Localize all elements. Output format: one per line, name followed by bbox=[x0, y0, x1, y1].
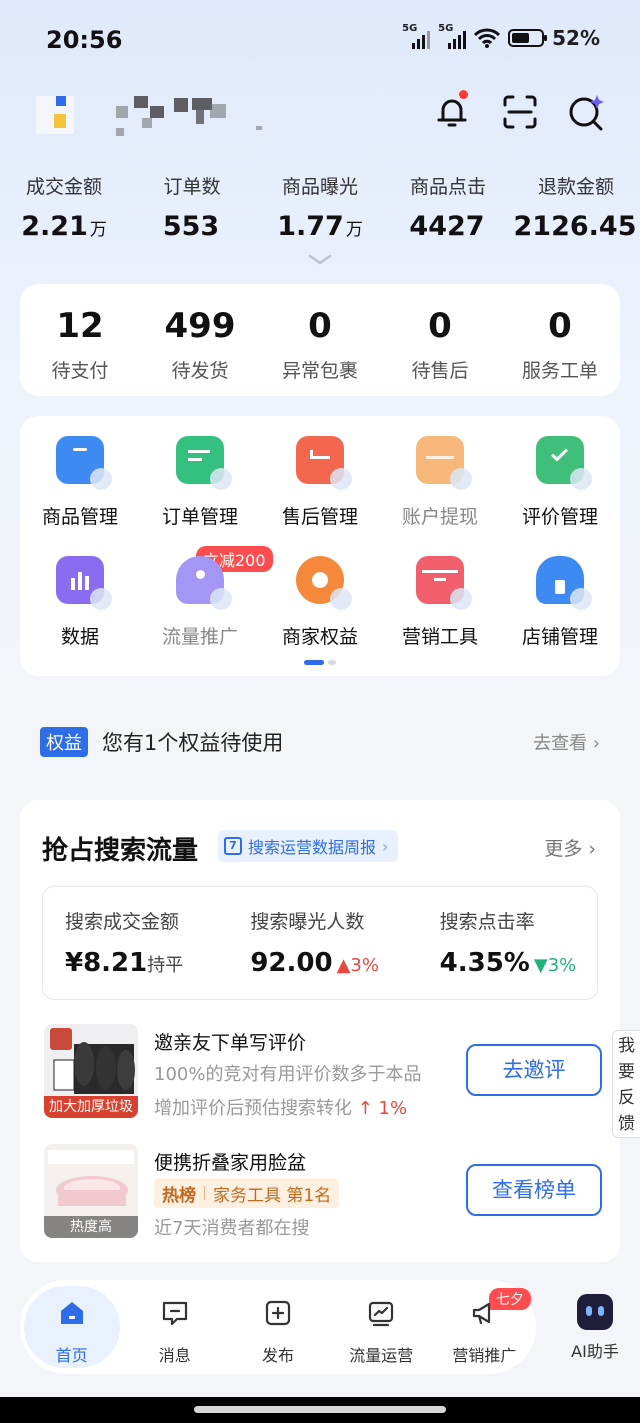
nav-publish[interactable]: 发布 bbox=[226, 1280, 329, 1374]
trend-up-icon: ▲3% bbox=[336, 955, 379, 976]
tools-grid: 商品管理 订单管理 售后管理 账户提现 评价管理 数据 立减200 流量推广 商… bbox=[20, 436, 620, 652]
rocket-icon bbox=[176, 556, 232, 610]
stat-orders[interactable]: 订单数 553 bbox=[128, 172, 256, 242]
nav-marketing[interactable]: 七夕 营销推广 bbox=[433, 1280, 536, 1374]
scan-icon[interactable] bbox=[500, 92, 540, 132]
message-icon bbox=[162, 1301, 187, 1326]
tool-product-management[interactable]: 商品管理 bbox=[20, 436, 140, 532]
ai-robot-icon bbox=[577, 1294, 613, 1330]
status-icons: 5G 5G 52% bbox=[402, 23, 600, 50]
signal-icon: 5G bbox=[438, 23, 467, 49]
top-stats: 成交金额 2.21 万 订单数 553 商品曝光 1.77 万 商品点击 4427 … bbox=[0, 172, 640, 242]
header bbox=[0, 84, 640, 144]
status-time: 20:56 bbox=[46, 26, 123, 54]
tools-card: 商品管理 订单管理 售后管理 账户提现 评价管理 数据 立减200 流量推广 商… bbox=[20, 416, 620, 676]
plus-square-icon bbox=[265, 1300, 291, 1326]
metric-search-ctr[interactable]: 搜索点击率 4.35% ▼3% bbox=[418, 887, 597, 999]
benefit-text: 您有1个权益待使用 bbox=[102, 731, 284, 755]
chevron-down-icon[interactable] bbox=[308, 254, 332, 266]
shop-name-redacted bbox=[112, 92, 272, 140]
medal-icon bbox=[296, 556, 352, 610]
ai-search-icon[interactable] bbox=[566, 92, 606, 132]
megaphone-icon bbox=[473, 1302, 491, 1325]
stat-gmv[interactable]: 成交金额 2.21 万 bbox=[0, 172, 128, 242]
store-icon bbox=[536, 556, 592, 610]
stat-exposure[interactable]: 商品曝光 1.77 万 bbox=[256, 172, 384, 242]
notification-dot bbox=[459, 90, 468, 99]
page-indicator bbox=[304, 660, 336, 665]
nav-messages[interactable]: 消息 bbox=[123, 1280, 226, 1374]
calendar-icon: 7 bbox=[224, 837, 242, 855]
trend-chart-icon bbox=[369, 1301, 394, 1327]
tool-traffic-promotion[interactable]: 立减200 流量推广 bbox=[140, 546, 273, 652]
stat-refund[interactable]: 退款金额 2126.45 bbox=[512, 172, 640, 242]
search-traffic-card: 抢占搜索流量 7 搜索运营数据周报 › 更多 › 搜索成交金额 ¥8.21持平 … bbox=[20, 800, 620, 1262]
view-ranking-button[interactable]: 查看榜单 bbox=[466, 1164, 602, 1216]
search-metrics: 搜索成交金额 ¥8.21持平 搜索曝光人数 92.00 ▲3% 搜索点击率 4.3… bbox=[42, 886, 598, 1000]
order-pending-shipment[interactable]: 499 待发货 bbox=[140, 284, 260, 396]
task-hot-list: 热度高 便携折叠家用脸盆 热榜 家务工具 第1名 近7天消费者都在搜 查看榜单 bbox=[42, 1144, 602, 1244]
bottom-nav: 首页 消息 发布 流量运营 七夕 营销推广 bbox=[20, 1280, 536, 1374]
bell-icon[interactable] bbox=[432, 90, 472, 132]
order-status-card: 12 待支付 499 待发货 0 异常包裹 0 待售后 0 服务工单 bbox=[20, 284, 620, 396]
stat-clicks[interactable]: 商品点击 4427 bbox=[384, 172, 512, 242]
signal-icon: 5G bbox=[402, 23, 431, 49]
invite-review-button[interactable]: 去邀评 bbox=[466, 1044, 602, 1096]
order-service-ticket[interactable]: 0 服务工单 bbox=[500, 284, 620, 396]
tool-withdraw[interactable]: 账户提现 bbox=[380, 436, 500, 532]
nav-traffic[interactable]: 流量运营 bbox=[330, 1280, 433, 1374]
tool-review-management[interactable]: 评价管理 bbox=[500, 436, 620, 532]
benefit-tag: 权益 bbox=[40, 727, 88, 757]
wallet-icon bbox=[416, 436, 472, 490]
tool-marketing[interactable]: 营销工具 bbox=[380, 556, 500, 652]
shop-avatar[interactable] bbox=[26, 86, 98, 142]
benefit-row[interactable]: 权益 您有1个权益待使用 去查看 › bbox=[40, 720, 600, 764]
order-abnormal-parcel[interactable]: 0 异常包裹 bbox=[260, 284, 380, 396]
wifi-icon bbox=[474, 28, 501, 48]
battery-percent: 52% bbox=[552, 26, 600, 50]
weekly-report-link[interactable]: 7 搜索运营数据周报 › bbox=[218, 830, 399, 862]
feedback-tab[interactable]: 我要反馈 bbox=[612, 1030, 640, 1138]
check-icon bbox=[536, 436, 592, 490]
battery-icon bbox=[508, 29, 548, 47]
task-invite-review: 加大加厚垃圾袋 邀亲友下单写评价 100%的竞对有用评价数多于本品 增加评价后预… bbox=[42, 1024, 602, 1124]
bar-chart-icon bbox=[56, 556, 112, 610]
product-thumbnail[interactable]: 热度高 bbox=[44, 1144, 138, 1238]
hot-list-tag: 热榜 家务工具 第1名 bbox=[154, 1178, 340, 1208]
tool-after-sale[interactable]: 售后管理 bbox=[260, 436, 380, 532]
trend-down-icon: ▼3% bbox=[533, 955, 577, 976]
tool-data[interactable]: 数据 bbox=[20, 556, 140, 652]
more-link[interactable]: 更多 › bbox=[544, 834, 596, 861]
status-bar: 20:56 5G 5G 52% bbox=[0, 0, 640, 80]
ai-assistant-button[interactable]: AI助手 bbox=[550, 1280, 640, 1374]
benefit-view-link[interactable]: 去查看 › bbox=[533, 729, 600, 755]
tool-store-management[interactable]: 店铺管理 bbox=[500, 556, 620, 652]
shopping-bag-icon bbox=[56, 436, 112, 490]
nav-home[interactable]: 首页 bbox=[20, 1280, 123, 1374]
home-icon bbox=[60, 1302, 83, 1324]
tool-order-management[interactable]: 订单管理 bbox=[140, 436, 260, 532]
order-list-icon bbox=[176, 436, 232, 490]
gift-box-icon bbox=[416, 556, 472, 610]
section-title: 抢占搜索流量 bbox=[42, 836, 199, 866]
product-thumbnail[interactable]: 加大加厚垃圾袋 bbox=[44, 1024, 138, 1118]
return-icon bbox=[296, 436, 352, 490]
order-pending-payment[interactable]: 12 待支付 bbox=[20, 284, 140, 396]
order-after-sale[interactable]: 0 待售后 bbox=[380, 284, 500, 396]
system-home-indicator bbox=[0, 1397, 640, 1423]
metric-search-gmv[interactable]: 搜索成交金额 ¥8.21持平 bbox=[43, 887, 228, 999]
chevron-right-icon: › bbox=[382, 836, 389, 856]
tool-merchant-benefits[interactable]: 商家权益 bbox=[260, 556, 380, 652]
metric-search-exposure[interactable]: 搜索曝光人数 92.00 ▲3% bbox=[228, 887, 417, 999]
